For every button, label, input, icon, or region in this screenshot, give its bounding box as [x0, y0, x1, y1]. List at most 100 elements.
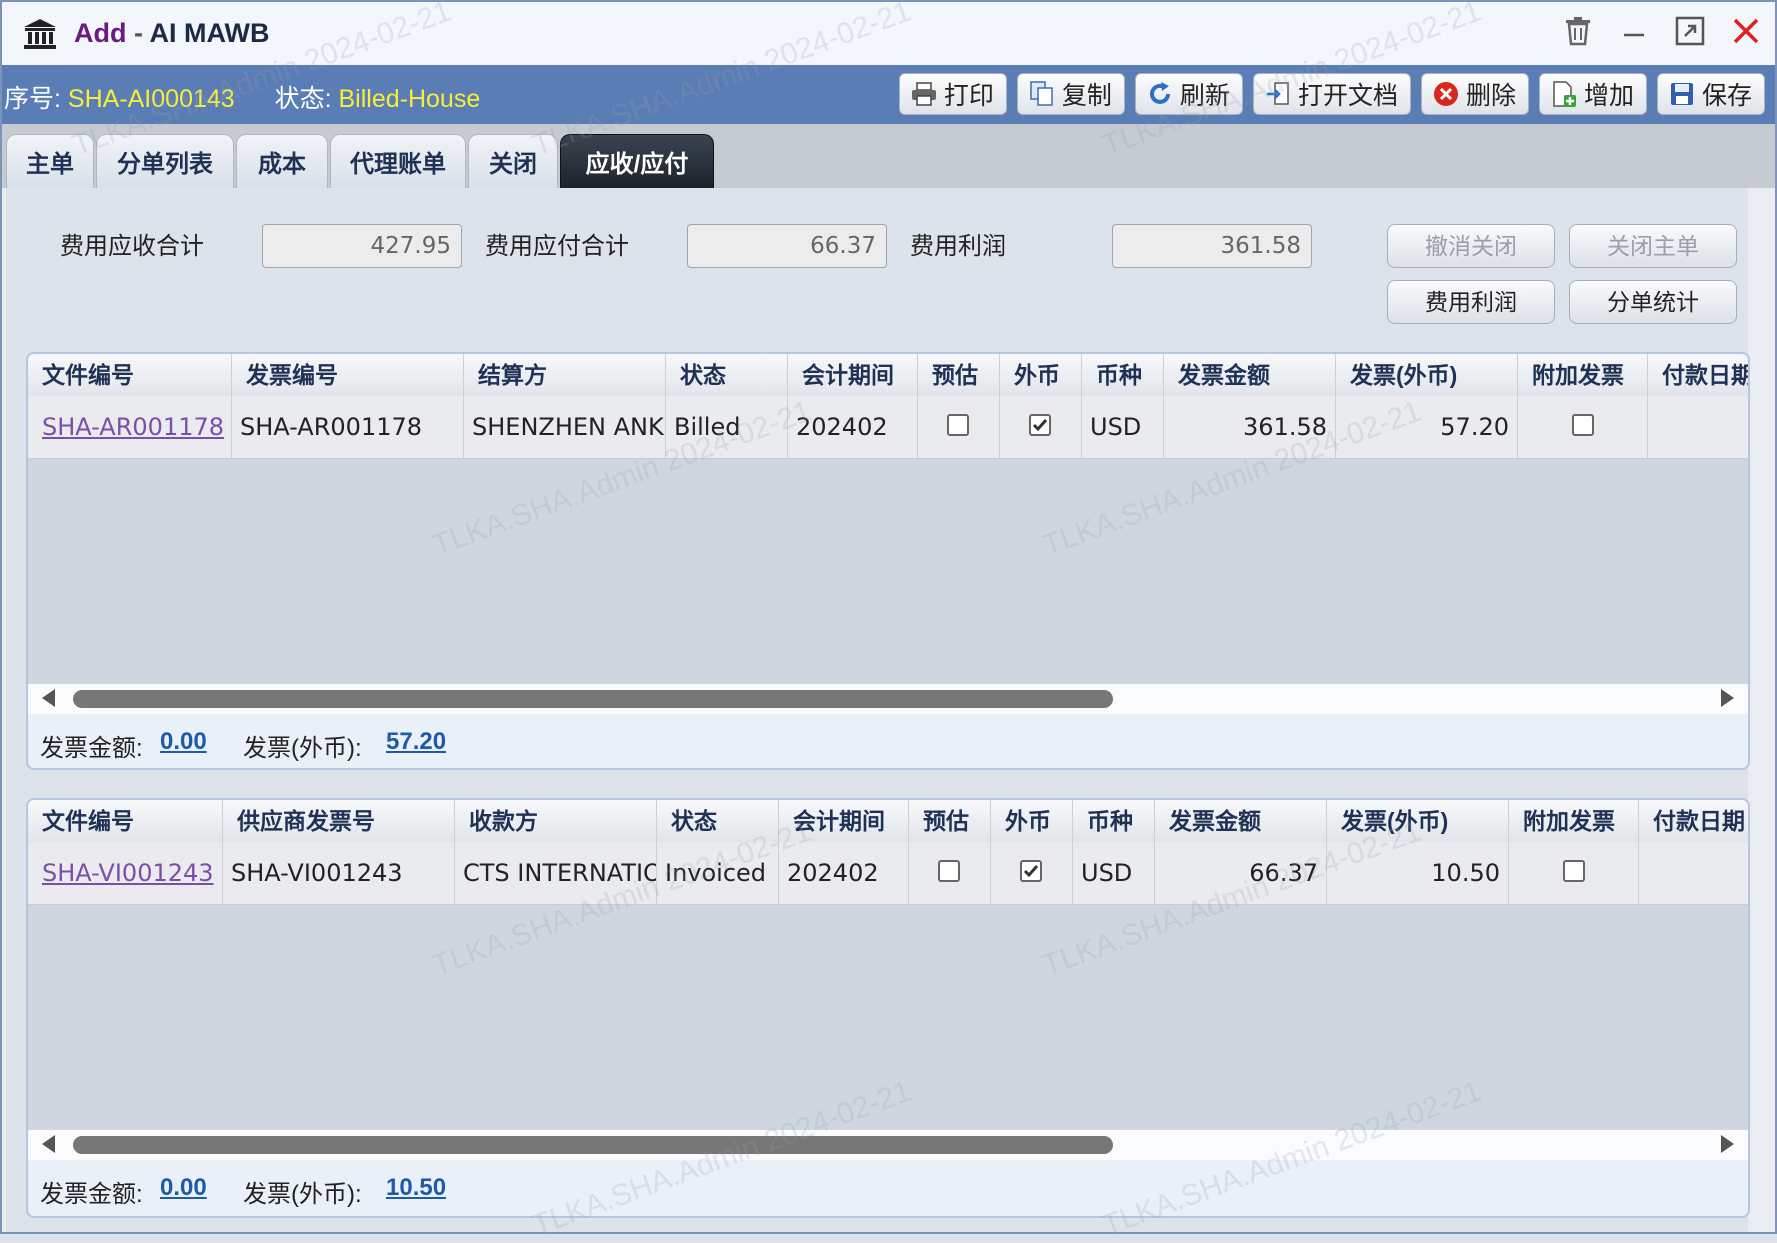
close-icon[interactable] — [1727, 12, 1765, 50]
col-invoice-no[interactable]: 发票编号 — [232, 354, 464, 396]
close-master-button[interactable]: 关闭主单 — [1569, 224, 1737, 268]
col-file-no[interactable]: 文件编号 — [28, 354, 232, 396]
scroll-left-icon[interactable] — [42, 1135, 55, 1153]
trash-icon[interactable] — [1559, 12, 1597, 50]
col-period[interactable]: 会计期间 — [788, 354, 918, 396]
amount-fc-cell: 57.20 — [1336, 396, 1518, 458]
receivable-grid-header: 文件编号 发票编号 结算方 状态 会计期间 预估 外币 币种 发票金额 发票(外… — [28, 354, 1748, 397]
cancel-close-button[interactable]: 撤消关闭 — [1387, 224, 1555, 268]
estimate-cell — [909, 842, 991, 904]
col-currency[interactable]: 币种 — [1082, 354, 1164, 396]
invoice-no-cell: SHA-AR001178 — [232, 396, 464, 458]
scrollbar-thumb[interactable] — [73, 690, 1113, 708]
extra-invoice-cell — [1518, 396, 1648, 458]
minimize-icon[interactable] — [1615, 12, 1653, 50]
tab-house-list[interactable]: 分单列表 — [96, 134, 234, 188]
tab-ar-ap[interactable]: 应收/应付 — [560, 134, 714, 188]
invoice-no-cell: SHA-VI001243 — [223, 842, 455, 904]
open-doc-label: 打开文档 — [1297, 82, 1398, 110]
footer-fc-label: 发票(外币): — [243, 735, 362, 762]
record-info: 序号: SHA-AI000143 状态: Billed-House — [4, 79, 480, 115]
col-currency[interactable]: 币种 — [1073, 800, 1155, 842]
extra-invoice-checkbox[interactable] — [1563, 860, 1585, 882]
title-mode: Add — [74, 18, 127, 48]
tab-agent-bill[interactable]: 代理账单 — [330, 134, 466, 188]
currency-cell: USD — [1082, 396, 1164, 458]
delete-label: 删除 — [1465, 82, 1516, 110]
delete-button[interactable]: 删除 — [1420, 73, 1529, 115]
footer-amount-value[interactable]: 0.00 — [160, 728, 207, 756]
tab-cost[interactable]: 成本 — [236, 134, 328, 188]
file-no-link[interactable]: SHA-AR001178 — [28, 396, 232, 458]
col-amount[interactable]: 发票金额 — [1164, 354, 1336, 396]
col-pay-date[interactable]: 付款日期 — [1639, 800, 1748, 842]
col-pay-date[interactable]: 付款日期 — [1648, 354, 1748, 396]
horizontal-scrollbar[interactable] — [28, 1130, 1748, 1160]
col-amount-fc[interactable]: 发票(外币) — [1327, 800, 1509, 842]
col-supplier-invoice-no[interactable]: 供应商发票号 — [223, 800, 455, 842]
col-file-no[interactable]: 文件编号 — [28, 800, 223, 842]
col-extra-invoice[interactable]: 附加发票 — [1509, 800, 1639, 842]
receivable-grid: 文件编号 发票编号 结算方 状态 会计期间 预估 外币 币种 发票金额 发票(外… — [26, 352, 1750, 770]
refresh-label: 刷新 — [1179, 82, 1230, 110]
foreign-checkbox[interactable] — [1029, 414, 1051, 436]
file-no-link[interactable]: SHA-VI001243 — [28, 842, 223, 904]
currency-cell: USD — [1073, 842, 1155, 904]
maximize-icon[interactable] — [1671, 12, 1709, 50]
party-cell: CTS INTERNATIO — [455, 842, 657, 904]
table-row[interactable]: SHA-VI001243 SHA-VI001243 CTS INTERNATIO… — [28, 842, 1748, 905]
bank-icon — [20, 14, 60, 54]
copy-icon — [1028, 80, 1056, 108]
check-icon — [1023, 865, 1039, 878]
col-foreign[interactable]: 外币 — [991, 800, 1073, 842]
col-payee[interactable]: 收款方 — [455, 800, 657, 842]
copy-button[interactable]: 复制 — [1016, 73, 1125, 115]
footer-fc-value[interactable]: 57.20 — [386, 728, 446, 756]
horizontal-scrollbar[interactable] — [28, 684, 1748, 714]
print-button[interactable]: 打印 — [898, 73, 1007, 115]
scroll-left-icon[interactable] — [42, 689, 55, 707]
col-foreign[interactable]: 外币 — [1000, 354, 1082, 396]
foreign-checkbox[interactable] — [1020, 860, 1042, 882]
receivable-grid-footer: 发票金额: 0.00 发票(外币): 57.20 — [28, 714, 1748, 768]
col-amount[interactable]: 发票金额 — [1155, 800, 1327, 842]
payable-grid-footer: 发票金额: 0.00 发票(外币): 10.50 — [28, 1160, 1748, 1216]
payable-total-label: 费用应付合计 — [485, 233, 629, 260]
tab-bar: 主单 分单列表 成本 代理账单 关闭 应收/应付 — [2, 124, 1775, 188]
col-estimate[interactable]: 预估 — [909, 800, 991, 842]
refresh-button[interactable]: 刷新 — [1134, 73, 1243, 115]
footer-amount-value[interactable]: 0.00 — [160, 1174, 207, 1202]
fee-profit-button[interactable]: 费用利润 — [1387, 280, 1555, 324]
scroll-right-icon[interactable] — [1721, 1135, 1734, 1153]
footer-amount-label: 发票金额: — [40, 1181, 143, 1208]
extra-invoice-cell — [1509, 842, 1639, 904]
col-amount-fc[interactable]: 发票(外币) — [1336, 354, 1518, 396]
foreign-cell — [1000, 396, 1082, 458]
tab-master[interactable]: 主单 — [6, 134, 94, 188]
col-party[interactable]: 结算方 — [464, 354, 666, 396]
save-button[interactable]: 保存 — [1656, 73, 1765, 115]
amount-fc-cell: 10.50 — [1327, 842, 1509, 904]
estimate-checkbox[interactable] — [947, 414, 969, 436]
col-status[interactable]: 状态 — [657, 800, 779, 842]
open-doc-button[interactable]: 打开文档 — [1252, 73, 1411, 115]
house-stats-button[interactable]: 分单统计 — [1569, 280, 1737, 324]
add-button[interactable]: 增加 — [1538, 73, 1647, 115]
serial-label: 序号: — [4, 85, 61, 113]
pay-date-cell — [1639, 842, 1748, 904]
scrollbar-thumb[interactable] — [73, 1136, 1113, 1154]
save-icon — [1668, 80, 1696, 108]
col-status[interactable]: 状态 — [666, 354, 788, 396]
col-extra-invoice[interactable]: 附加发票 — [1518, 354, 1648, 396]
col-estimate[interactable]: 预估 — [918, 354, 1000, 396]
extra-invoice-checkbox[interactable] — [1572, 414, 1594, 436]
tab-close[interactable]: 关闭 — [468, 134, 558, 188]
estimate-cell — [918, 396, 1000, 458]
footer-fc-value[interactable]: 10.50 — [386, 1174, 446, 1202]
period-cell: 202402 — [779, 842, 909, 904]
table-row[interactable]: SHA-AR001178 SHA-AR001178 SHENZHEN ANKE … — [28, 396, 1748, 459]
col-period[interactable]: 会计期间 — [779, 800, 909, 842]
scroll-right-icon[interactable] — [1721, 689, 1734, 707]
open-doc-icon — [1264, 80, 1292, 108]
estimate-checkbox[interactable] — [938, 860, 960, 882]
